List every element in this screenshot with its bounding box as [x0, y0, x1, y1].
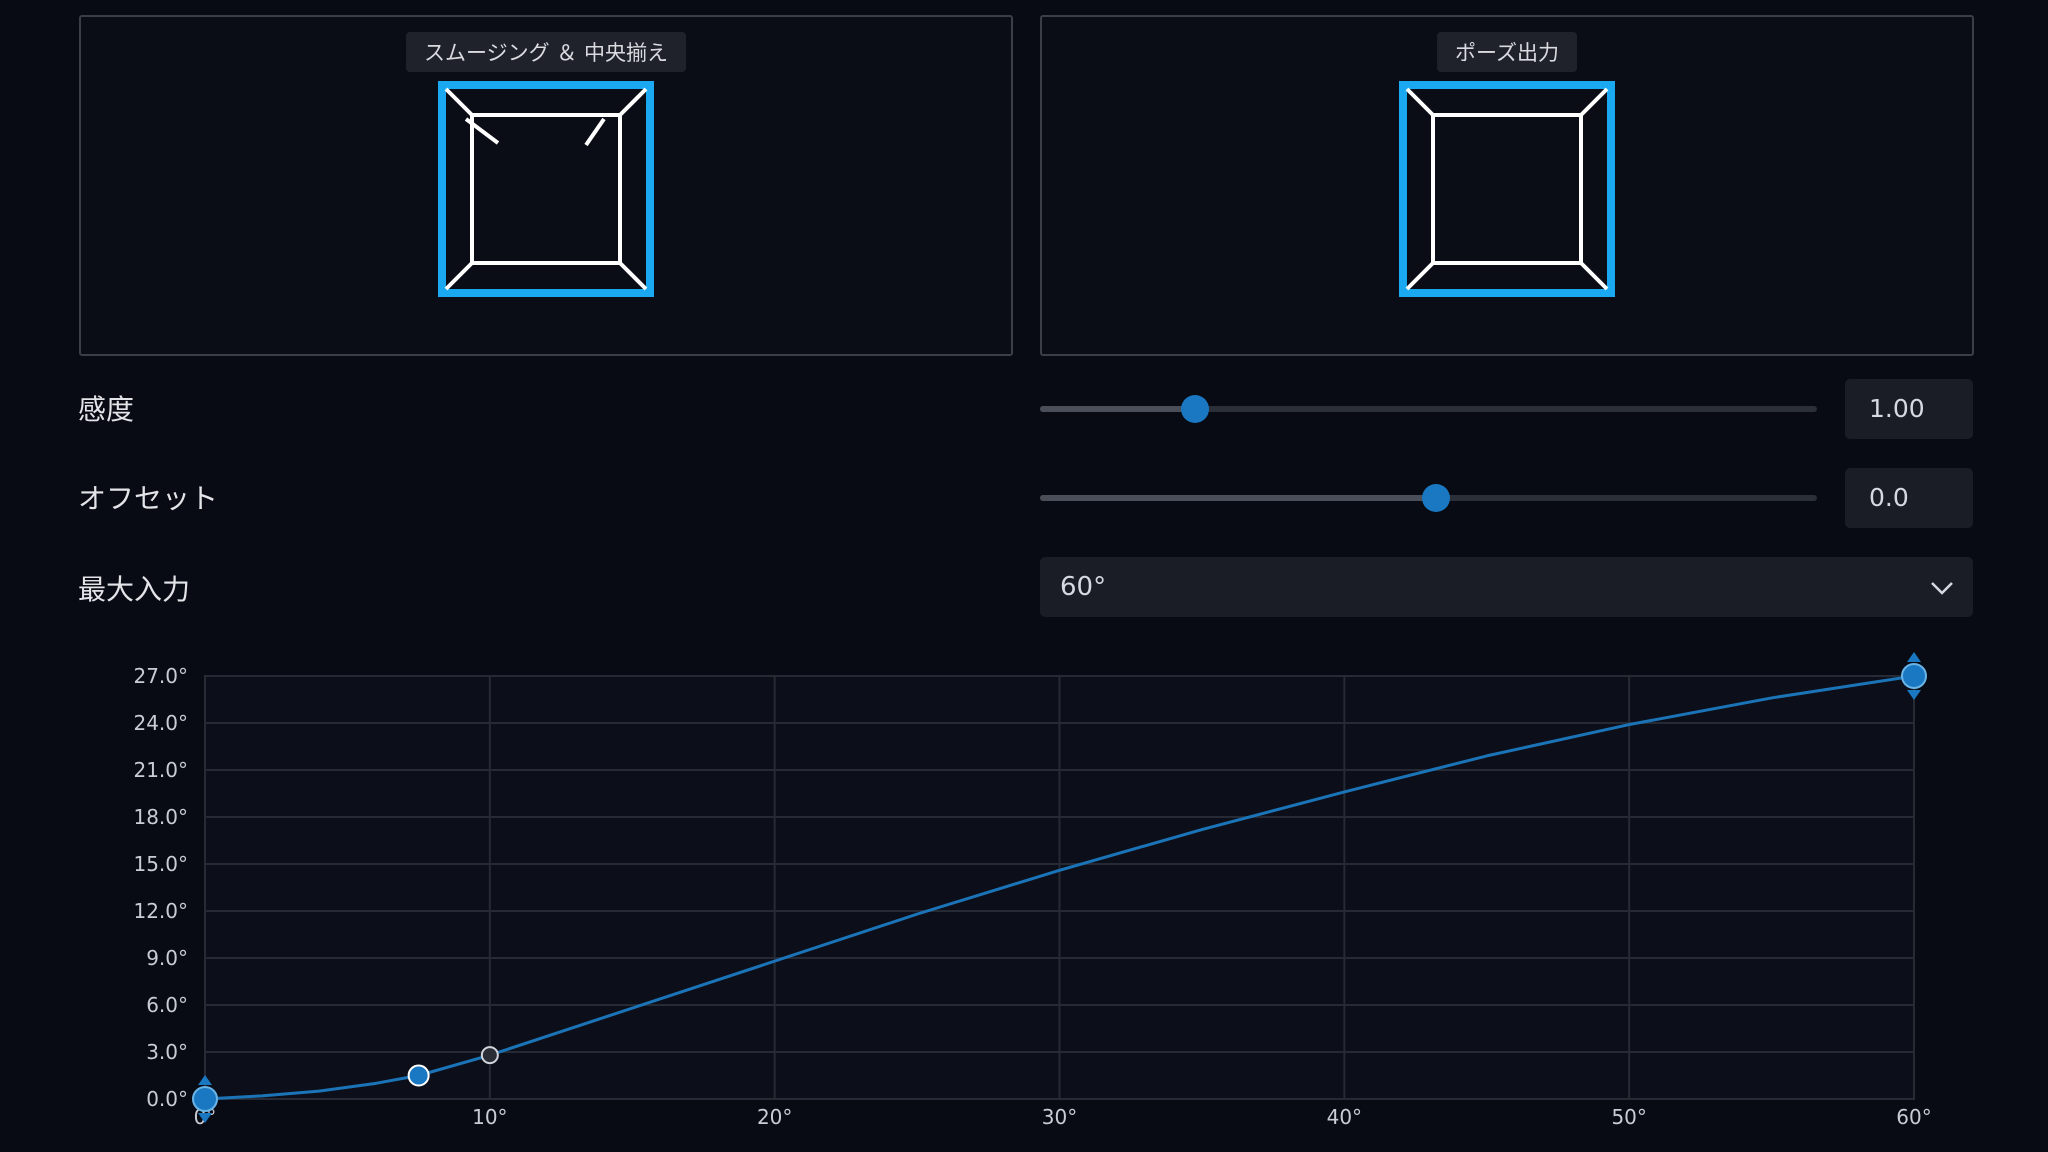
sensitivity-slider[interactable]: [1040, 395, 1817, 423]
curve-tangent-handle[interactable]: [480, 1046, 499, 1065]
y-tick-label: 9.0°: [146, 946, 188, 970]
chart-grid: [204, 675, 1915, 1100]
curve-endpoint-handle[interactable]: [192, 1086, 218, 1112]
pose-panel-label: ポーズ出力: [1437, 32, 1577, 72]
smoothing-cube-icon: [438, 81, 654, 297]
offset-value-input[interactable]: 0.0: [1845, 468, 1973, 528]
chevron-down-icon: [1931, 582, 1953, 595]
y-tick-label: 24.0°: [133, 711, 188, 735]
x-tick-label: 60°: [1896, 1105, 1931, 1129]
y-tick-label: 3.0°: [146, 1040, 188, 1064]
response-curve-chart[interactable]: 0.0° 3.0° 6.0° 9.0° 12.0° 15.0° 18.0° 21.0° 24.0…: [0, 640, 2048, 1152]
sensitivity-value-input[interactable]: 1.00: [1845, 379, 1973, 439]
curve-endpoint-handle[interactable]: [1901, 663, 1927, 689]
sensitivity-slider-fill: [1040, 406, 1196, 412]
offset-slider-thumb[interactable]: [1422, 484, 1451, 512]
y-tick-label: 12.0°: [133, 899, 188, 923]
curve-control-point[interactable]: [407, 1064, 430, 1087]
smoothing-preview-panel: スムージング ＆ 中央揃え: [79, 15, 1013, 356]
x-tick-label: 40°: [1327, 1105, 1362, 1129]
offset-label: オフセット: [78, 482, 219, 515]
y-tick-label: 27.0°: [133, 664, 188, 688]
offset-slider-fill: [1040, 495, 1437, 501]
y-tick-label: 18.0°: [133, 805, 188, 829]
y-tick-label: 15.0°: [133, 852, 188, 876]
sensitivity-label: 感度: [78, 393, 135, 426]
y-tick-label: 0.0°: [146, 1087, 188, 1111]
sensitivity-slider-thumb[interactable]: [1181, 395, 1210, 423]
pose-cube-icon: [1399, 81, 1615, 297]
y-tick-label: 21.0°: [133, 758, 188, 782]
y-tick-label: 6.0°: [146, 993, 188, 1017]
max-input-label: 最大入力: [78, 573, 191, 606]
x-tick-label: 20°: [757, 1105, 792, 1129]
x-tick-label: 10°: [472, 1105, 507, 1129]
x-tick-label: 30°: [1042, 1105, 1077, 1129]
max-input-selected-value: 60°: [1060, 572, 1107, 602]
max-input-dropdown[interactable]: 60°: [1040, 557, 1973, 617]
x-tick-label: 50°: [1611, 1105, 1646, 1129]
smoothing-panel-label: スムージング ＆ 中央揃え: [406, 32, 686, 72]
pose-output-panel: ポーズ出力: [1040, 15, 1974, 356]
offset-slider[interactable]: [1040, 484, 1817, 512]
control-point-up-arrow[interactable]: [1907, 652, 1921, 662]
